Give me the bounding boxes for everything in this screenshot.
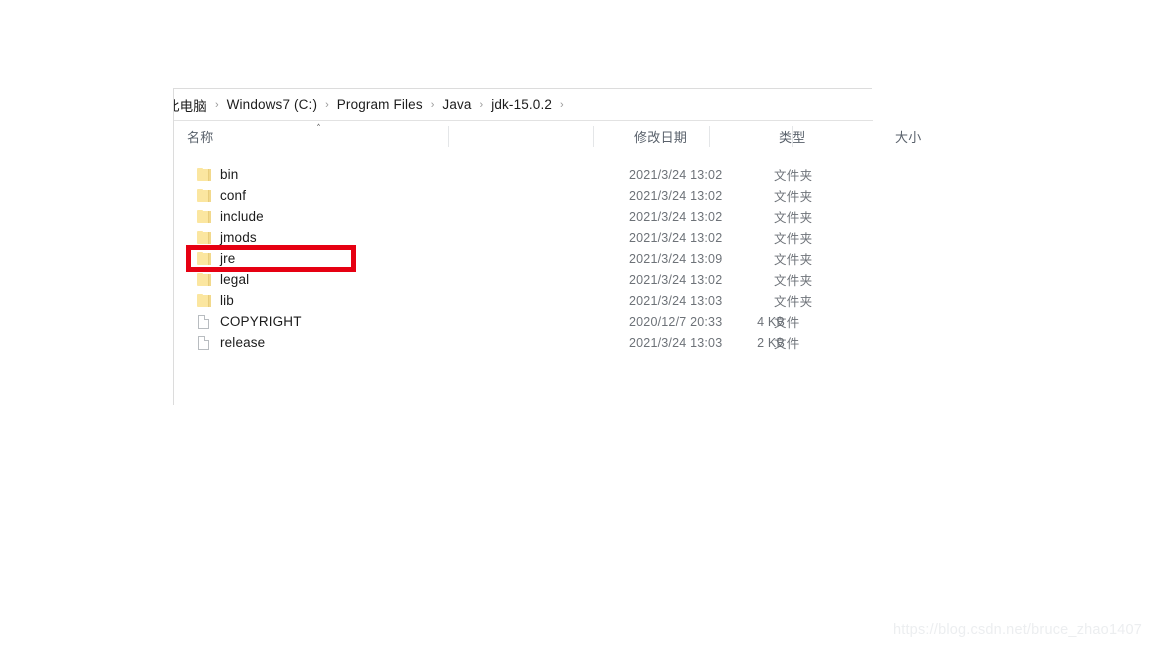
file-icon: [196, 314, 212, 330]
table-row[interactable]: jre 2021/3/24 13:09 文件夹: [174, 248, 872, 269]
column-header-label: 类型: [766, 127, 806, 146]
table-row[interactable]: COPYRIGHT 2020/12/7 20:33 文件 4 KB: [174, 311, 872, 332]
file-name-cell[interactable]: jre: [196, 248, 235, 269]
folder-icon: [196, 209, 212, 225]
file-type-cell: 文件夹: [774, 211, 813, 225]
folder-icon: [196, 251, 212, 267]
file-name-cell[interactable]: conf: [196, 185, 246, 206]
breadcrumb-item-2[interactable]: Program Files: [336, 97, 424, 112]
file-icon: [196, 335, 212, 351]
file-type-cell: 文件夹: [774, 295, 813, 309]
column-divider-0[interactable]: [448, 126, 449, 147]
column-header-size[interactable]: 大小: [882, 121, 965, 152]
breadcrumb-chevron-icon[interactable]: ›: [318, 99, 336, 111]
table-row[interactable]: jmods 2021/3/24 13:02 文件夹: [174, 227, 872, 248]
folder-icon: [196, 230, 212, 246]
table-row[interactable]: release 2021/3/24 13:03 文件 2 KB: [174, 332, 872, 353]
folder-icon: [196, 272, 212, 288]
column-header-row: ˄ 名称修改日期类型大小: [174, 121, 921, 152]
file-date-cell: 2021/3/24 13:09: [629, 251, 723, 266]
file-name-cell[interactable]: include: [196, 206, 264, 227]
file-date-cell: 2021/3/24 13:02: [629, 188, 723, 203]
file-name-cell[interactable]: jmods: [196, 227, 257, 248]
breadcrumb-item-4[interactable]: jdk-15.0.2: [490, 97, 553, 112]
breadcrumb-item-1[interactable]: Windows7 (C:): [226, 97, 318, 112]
file-name-label: jmods: [220, 230, 257, 245]
column-divider-2[interactable]: [709, 126, 710, 147]
file-size-cell: 4 KB: [757, 314, 785, 329]
folder-icon: [196, 293, 212, 309]
file-name-label: lib: [220, 293, 234, 308]
file-name-cell[interactable]: COPYRIGHT: [196, 311, 302, 332]
column-divider-3[interactable]: [792, 126, 793, 147]
file-name-cell[interactable]: bin: [196, 164, 238, 185]
file-name-label: bin: [220, 167, 239, 182]
file-name-cell[interactable]: lib: [196, 290, 234, 311]
table-row[interactable]: include 2021/3/24 13:02 文件夹: [174, 206, 872, 227]
file-date-cell: 2021/3/24 13:02: [629, 272, 723, 287]
watermark-text: https://blog.csdn.net/bruce_zhao1407: [892, 622, 1142, 638]
table-row[interactable]: conf 2021/3/24 13:02 文件夹: [174, 185, 872, 206]
breadcrumb-chevron-icon[interactable]: ›: [553, 99, 571, 111]
file-name-label: legal: [220, 272, 250, 287]
file-date-cell: 2021/3/24 13:02: [629, 209, 723, 224]
breadcrumb-item-3[interactable]: Java: [441, 97, 472, 112]
file-name-label: conf: [220, 188, 247, 203]
file-list: bin 2021/3/24 13:02 文件夹 conf 2021/3/24 13:02…: [174, 164, 872, 353]
file-name-label: release: [220, 335, 266, 350]
file-date-cell: 2021/3/24 13:03: [629, 293, 723, 308]
breadcrumb-item-0[interactable]: 此电脑: [174, 95, 208, 115]
column-header-type[interactable]: 类型: [766, 121, 882, 152]
column-header-label: 名称: [187, 130, 214, 145]
file-type-cell: 文件夹: [774, 169, 813, 183]
file-name-label: COPYRIGHT: [220, 314, 302, 329]
file-name-cell[interactable]: legal: [196, 269, 249, 290]
file-size-cell: 2 KB: [757, 335, 785, 350]
table-row[interactable]: legal 2021/3/24 13:02 文件夹: [174, 269, 872, 290]
table-row[interactable]: bin 2021/3/24 13:02 文件夹: [174, 164, 872, 185]
file-name-cell[interactable]: release: [196, 332, 265, 353]
breadcrumb-chevron-icon[interactable]: ›: [473, 99, 491, 111]
file-explorer-window: 此电脑›Windows7 (C:)›Program Files›Java›jdk…: [173, 88, 921, 405]
file-type-cell: 文件夹: [774, 190, 813, 204]
breadcrumb-chevron-icon[interactable]: ›: [424, 99, 442, 111]
breadcrumb-chevron-icon[interactable]: ›: [208, 99, 226, 111]
column-divider-1[interactable]: [593, 126, 594, 147]
file-type-cell: 文件夹: [774, 232, 813, 246]
file-type-cell: 文件夹: [774, 253, 813, 267]
folder-icon: [196, 188, 212, 204]
folder-icon: [196, 167, 212, 183]
file-type-cell: 文件夹: [774, 274, 813, 288]
file-name-label: include: [220, 209, 264, 224]
column-header-label: 修改日期: [634, 130, 688, 145]
column-header-label: 大小: [895, 130, 922, 145]
file-date-cell: 2021/3/24 13:02: [629, 230, 723, 245]
table-row[interactable]: lib 2021/3/24 13:03 文件夹: [174, 290, 872, 311]
file-name-label: jre: [220, 251, 236, 266]
breadcrumb[interactable]: 此电脑›Windows7 (C:)›Program Files›Java›jdk…: [174, 89, 873, 121]
column-header-name[interactable]: 名称: [174, 121, 621, 152]
file-date-cell: 2021/3/24 13:02: [629, 167, 723, 182]
column-header-date[interactable]: 修改日期: [621, 121, 766, 152]
